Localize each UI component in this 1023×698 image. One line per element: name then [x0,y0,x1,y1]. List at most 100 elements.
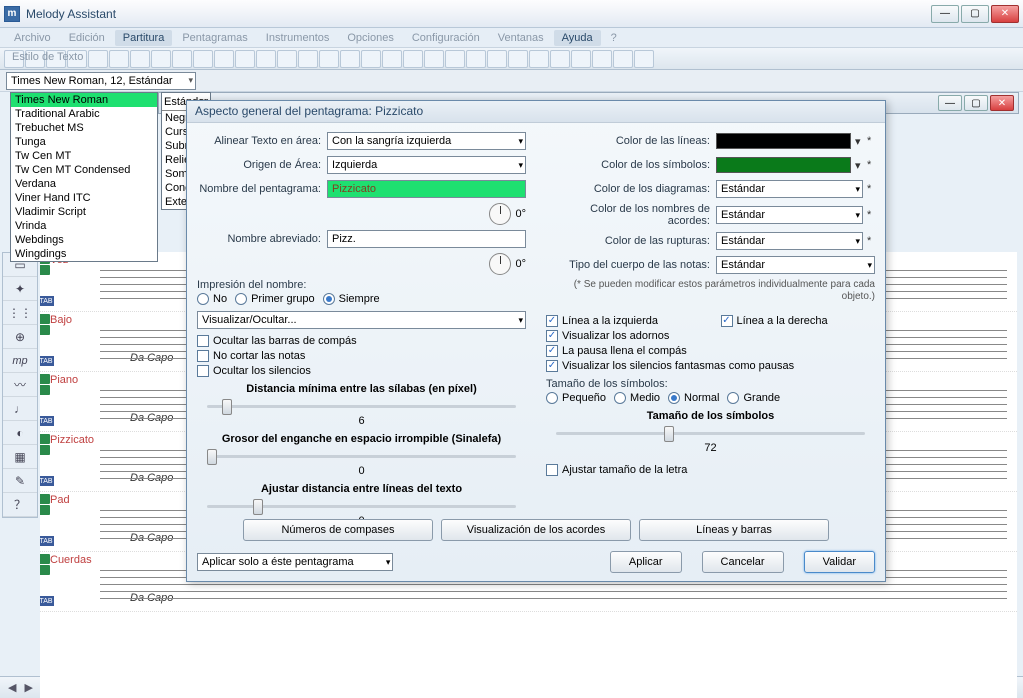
tool-button[interactable] [340,50,360,68]
measure-numbers-button[interactable]: Números de compases [243,519,433,541]
tool-button[interactable] [382,50,402,68]
radio-primer-grupo[interactable]: Primer grupo [235,293,315,305]
menu-help-q[interactable]: ? [603,30,625,46]
nav-prev-icon[interactable]: ◀ [8,681,16,694]
angle-dial[interactable] [489,203,511,225]
radio-pequeno[interactable]: Pequeño [546,392,606,404]
staff-name-input[interactable] [327,180,526,198]
tool-button[interactable] [109,50,129,68]
tool-button[interactable] [277,50,297,68]
tool-button[interactable] [151,50,171,68]
list-item[interactable]: Vladimir Script [11,205,157,219]
doc-maximize[interactable]: ▢ [964,95,988,111]
line-distance-slider[interactable] [207,497,516,515]
list-item[interactable]: Wingdings [11,247,157,261]
list-item[interactable]: Verdana [11,177,157,191]
speaker-icon[interactable] [40,505,50,515]
font-list-dropdown[interactable]: Times New Roman Traditional Arabic Trebu… [10,92,158,262]
apply-button[interactable]: Aplicar [610,551,682,573]
list-item[interactable]: Viner Hand ITC [11,191,157,205]
radio-siempre[interactable]: Siempre [323,293,380,305]
list-item[interactable]: Tw Cen MT [11,149,157,163]
palette-button[interactable]: mp [3,349,37,373]
tool-button[interactable] [424,50,444,68]
play-icon[interactable] [40,314,50,324]
palette-button[interactable]: ⋮⋮ [3,301,37,325]
tool-button[interactable] [487,50,507,68]
menu-pentagramas[interactable]: Pentagramas [174,30,255,46]
list-item[interactable]: Tunga [11,135,157,149]
chk-fantasmas[interactable]: Visualizar los silencios fantasmas como … [546,360,875,372]
tool-button[interactable] [529,50,549,68]
menu-opciones[interactable]: Opciones [339,30,401,46]
abbrev-name-input[interactable] [327,230,526,248]
symbol-color-picker[interactable] [716,157,851,173]
tool-button[interactable] [403,50,423,68]
menu-ventanas[interactable]: Ventanas [490,30,552,46]
tool-button[interactable] [235,50,255,68]
chk-pausa[interactable]: La pausa llena el compás [546,345,701,357]
note-body-combo[interactable]: Estándar [716,256,875,274]
palette-button[interactable]: ▦ [3,445,37,469]
menu-edicion[interactable]: Edición [61,30,113,46]
tool-button[interactable] [319,50,339,68]
chk-adornos[interactable]: Visualizar los adornos [546,330,701,342]
chk-ocultar-barras[interactable]: Ocultar las barras de compás [197,335,526,347]
syllable-distance-slider[interactable] [207,397,516,415]
menu-partitura[interactable]: Partitura [115,30,173,46]
tool-button[interactable] [130,50,150,68]
apply-scope-combo[interactable]: Aplicar solo a éste pentagrama [197,553,393,571]
play-icon[interactable] [40,494,50,504]
tool-button[interactable] [508,50,528,68]
show-hide-combo[interactable]: Visualizar/Ocultar... [197,311,526,329]
doc-close[interactable]: ✕ [990,95,1014,111]
tool-button[interactable] [256,50,276,68]
chk-linea-der[interactable]: Línea a la derecha [721,315,876,327]
chk-no-cortar[interactable]: No cortar las notas [197,350,526,362]
list-item[interactable]: Traditional Arabic [11,107,157,121]
palette-button[interactable]: ✎ [3,469,37,493]
palette-button[interactable]: ？ [3,493,37,517]
play-icon[interactable] [40,374,50,384]
break-color-combo[interactable]: Estándar [716,232,863,250]
align-combo[interactable]: Con la sangría izquierda [327,132,526,150]
hook-thickness-slider[interactable] [207,447,516,465]
speaker-icon[interactable] [40,265,50,275]
palette-button[interactable]: ⊕ [3,325,37,349]
tool-button[interactable] [193,50,213,68]
chk-linea-izq[interactable]: Línea a la izquierda [546,315,701,327]
menu-instrumentos[interactable]: Instrumentos [258,30,338,46]
list-item[interactable]: Times New Roman [11,93,157,107]
radio-no[interactable]: No [197,293,227,305]
symbol-size-slider[interactable] [556,424,865,442]
tool-button[interactable] [445,50,465,68]
angle-dial[interactable] [489,253,511,275]
radio-normal[interactable]: Normal [668,392,719,404]
tool-button[interactable] [214,50,234,68]
palette-button[interactable]: 〰 [3,373,37,397]
list-item[interactable]: Tw Cen MT Condensed [11,163,157,177]
tool-button[interactable] [88,50,108,68]
tool-button[interactable] [172,50,192,68]
tool-button[interactable] [592,50,612,68]
chord-display-button[interactable]: Visualización de los acordes [441,519,631,541]
play-icon[interactable] [40,554,50,564]
font-combo[interactable]: Times New Roman, 12, Estándar [6,72,196,90]
list-item[interactable]: Trebuchet MS [11,121,157,135]
list-item[interactable]: Webdings [11,233,157,247]
tool-button[interactable] [298,50,318,68]
tool-button[interactable] [550,50,570,68]
speaker-icon[interactable] [40,325,50,335]
tool-button[interactable] [571,50,591,68]
doc-minimize[interactable]: — [938,95,962,111]
palette-button[interactable]: ✦ [3,277,37,301]
diagram-color-combo[interactable]: Estándar [716,180,863,198]
line-color-picker[interactable] [716,133,851,149]
chk-ajustar-letra[interactable]: Ajustar tamaño de la letra [546,464,875,476]
chord-name-color-combo[interactable]: Estándar [716,206,863,224]
chk-ocultar-silencios[interactable]: Ocultar los silencios [197,365,526,377]
tool-button[interactable] [361,50,381,68]
cancel-button[interactable]: Cancelar [702,551,784,573]
radio-medio[interactable]: Medio [614,392,660,404]
validate-button[interactable]: Validar [804,551,875,573]
